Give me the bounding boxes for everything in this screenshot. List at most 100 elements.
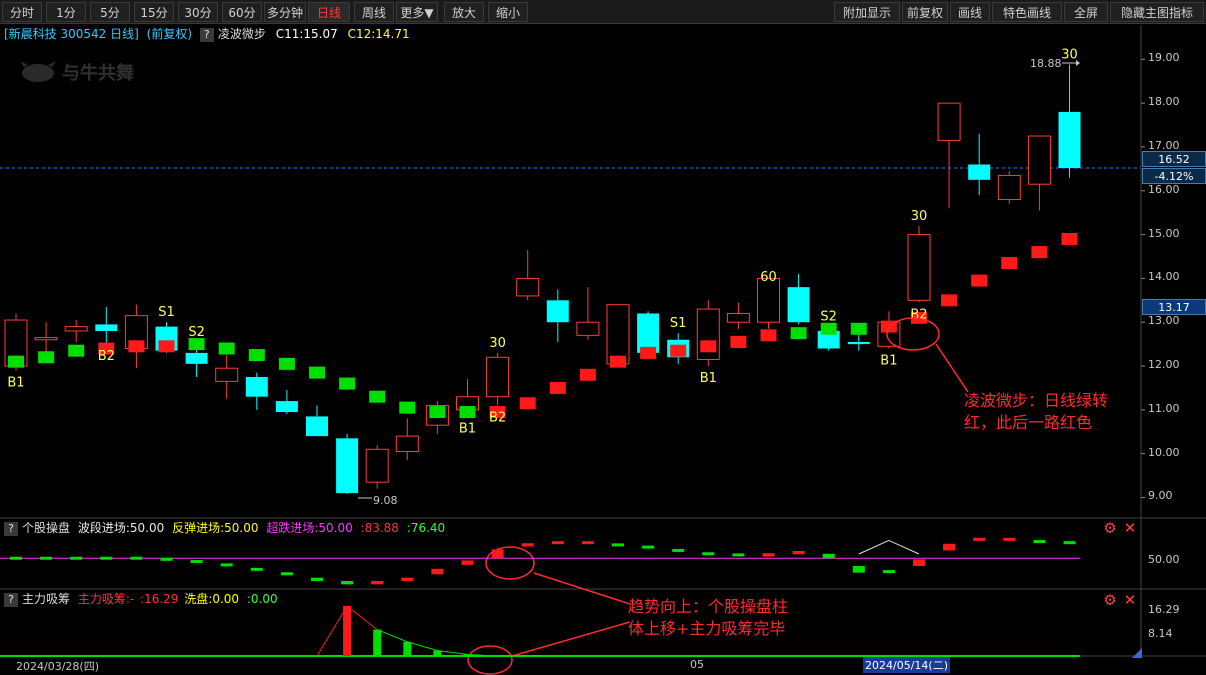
panel2-help-icon[interactable]: ? xyxy=(4,592,18,607)
candle-body xyxy=(726,312,750,323)
zoom-out-button[interactable]: 缩小 xyxy=(488,2,528,22)
close-icon[interactable]: ✕ xyxy=(1122,592,1138,608)
price-axis-label: 18.00 xyxy=(1148,95,1180,109)
draw-line-button[interactable]: 画线 xyxy=(950,2,990,22)
step-line-block xyxy=(429,406,446,419)
ind1-bar xyxy=(371,581,384,585)
candle-body xyxy=(637,313,660,353)
panel2-item: 主力吸筹:- xyxy=(77,592,135,606)
ind1-bar xyxy=(822,553,835,559)
ind2-bar xyxy=(433,650,442,656)
signal-label: B2 xyxy=(98,349,115,364)
ind1-bar xyxy=(732,553,745,557)
price-axis-label: 10.00 xyxy=(1148,445,1180,459)
step-line-block xyxy=(1001,257,1018,270)
current-price-tag: 16.52 xyxy=(1142,151,1206,167)
panel1-help-icon[interactable]: ? xyxy=(4,521,18,536)
help-icon[interactable]: ? xyxy=(199,27,214,42)
panel1-item: :83.88 xyxy=(360,521,399,535)
extra-display-button[interactable]: 附加显示 xyxy=(834,2,900,22)
step-line-block xyxy=(790,327,807,340)
ind1-bar xyxy=(1063,541,1076,545)
candle-body xyxy=(306,416,328,437)
step-line-block xyxy=(1031,246,1048,259)
panel2-axis-top: 16.29 xyxy=(1148,603,1180,616)
tab-15min[interactable]: 15分 xyxy=(134,2,174,22)
candle-body xyxy=(425,404,449,426)
ind1-bar xyxy=(70,556,83,560)
tab-60min[interactable]: 60分 xyxy=(222,2,262,22)
candle-body xyxy=(95,324,118,331)
tab-minute[interactable]: 分时 xyxy=(2,2,42,22)
candle-body xyxy=(336,438,359,494)
panel1-item: 波段进场:50.00 xyxy=(77,521,165,535)
step-line-block xyxy=(971,274,988,287)
step-line-block xyxy=(128,340,145,353)
panel1-name: 个股操盘 xyxy=(22,521,71,535)
ind1-bar xyxy=(491,549,504,559)
fullscreen-button[interactable]: 全屏 xyxy=(1064,2,1108,22)
panel2-item: :16.29 xyxy=(140,592,179,606)
change-percent-tag: -4.12% xyxy=(1142,168,1206,184)
ind1-bar xyxy=(190,560,203,564)
step-line-block xyxy=(369,390,386,403)
gear-icon[interactable]: ⚙ xyxy=(1102,520,1118,536)
step-line-block xyxy=(158,340,175,353)
tab-multi-min[interactable]: 多分钟 xyxy=(264,2,306,22)
tab-weekly[interactable]: 周线 xyxy=(354,2,394,22)
date-cursor: 2024/05/14(二) xyxy=(863,657,950,673)
pointer-line xyxy=(533,572,631,605)
special-draw-button[interactable]: 特色画线 xyxy=(992,2,1062,22)
tab-30min[interactable]: 30分 xyxy=(178,2,218,22)
indicator-price-tag: 13.17 xyxy=(1142,299,1206,315)
ind1-bar xyxy=(581,541,594,545)
ind1-peak-line xyxy=(858,539,920,555)
signal-label: B2 xyxy=(489,410,506,425)
candle-body xyxy=(907,234,931,301)
candle-body xyxy=(1027,135,1051,185)
price-axis-label: 9.00 xyxy=(1148,489,1173,503)
candle-body xyxy=(245,376,268,397)
candle-body xyxy=(456,396,479,411)
ind1-bar xyxy=(521,543,534,547)
tab-daily[interactable]: 日线 xyxy=(308,2,350,22)
more-dropdown[interactable]: 更多▼ xyxy=(396,2,438,22)
signal-label: B2 xyxy=(910,308,927,323)
ind1-bar xyxy=(280,572,293,576)
ind1-bar xyxy=(882,570,895,574)
candle-body xyxy=(124,315,148,350)
bull-logo-icon xyxy=(20,61,56,82)
hide-indicator-button[interactable]: 隐藏主图指标 xyxy=(1110,2,1204,22)
stock-title: [新晨科技 300542 日线] xyxy=(4,27,139,41)
panel1-item: :76.40 xyxy=(406,521,446,535)
forward-adjust-button[interactable]: 前复权 xyxy=(902,2,948,22)
signal-label: S2 xyxy=(820,310,837,325)
price-axis-label: 11.00 xyxy=(1148,401,1180,415)
signal-label: S1 xyxy=(670,316,687,331)
signal-label: B1 xyxy=(880,354,897,369)
step-line-block xyxy=(278,357,295,370)
step-line-block xyxy=(610,355,626,368)
signal-label: 60 xyxy=(760,270,777,285)
tab-5min[interactable]: 5分 xyxy=(90,2,130,22)
panel1-header: ? 个股操盘 波段进场:50.00 反弹进场:50.00 超跌进场:50.00 :… xyxy=(0,520,445,536)
pointer-line xyxy=(935,343,969,393)
highlight-circle xyxy=(886,317,940,351)
signal-label: 30 xyxy=(489,336,506,351)
zoom-in-button[interactable]: 放大 xyxy=(444,2,484,22)
price-axis-label: 13.00 xyxy=(1148,314,1180,328)
ind1-bar xyxy=(852,566,865,573)
watermark-logo: 与牛共舞 xyxy=(18,58,134,86)
tab-1min[interactable]: 1分 xyxy=(46,2,86,22)
candle-body xyxy=(215,367,239,382)
gear-icon[interactable]: ⚙ xyxy=(1102,592,1118,608)
candle-body xyxy=(877,321,901,347)
step-line-block xyxy=(98,342,115,355)
step-line-block xyxy=(489,406,506,419)
high-marker-arrow xyxy=(1076,60,1080,66)
close-icon[interactable]: ✕ xyxy=(1122,520,1138,536)
step-line-block xyxy=(519,397,536,410)
panel2-item: :0.00 xyxy=(246,592,278,606)
signal-label: 30 xyxy=(911,209,928,224)
resize-corner-icon[interactable] xyxy=(1130,648,1142,658)
